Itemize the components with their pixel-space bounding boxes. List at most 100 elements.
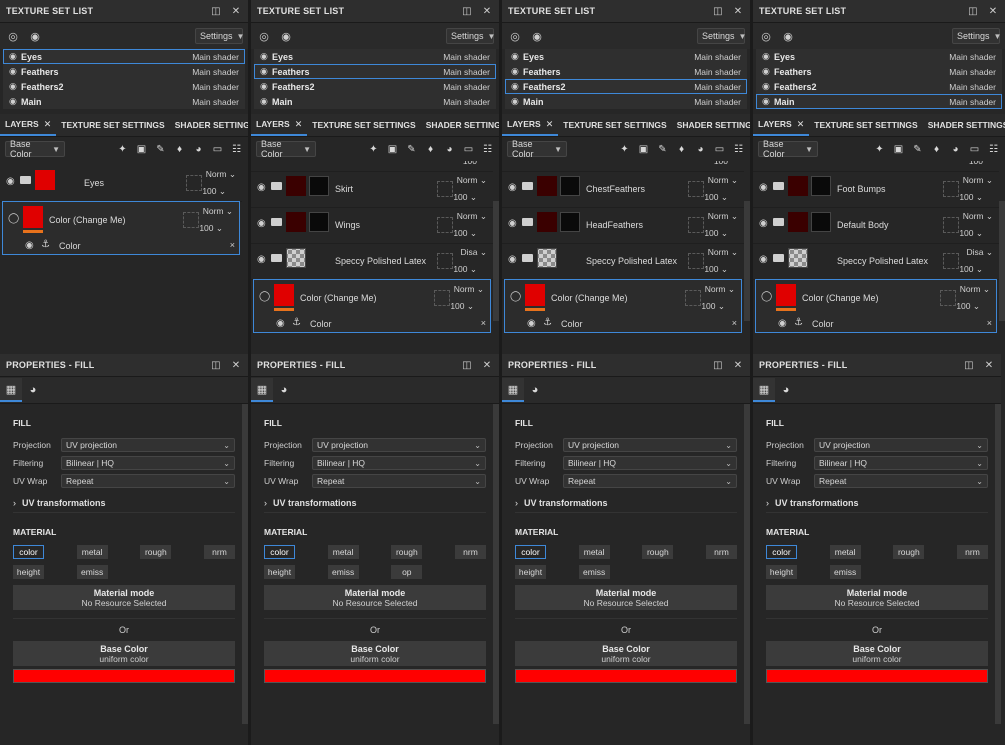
channel-chip-metal[interactable]: metal [327, 545, 359, 559]
layer-row[interactable]: ◉ Wings Norm ⌄ 100 ⌄ [251, 207, 493, 244]
close-icon[interactable]: ✕ [732, 359, 744, 371]
layer-effect-row[interactable]: ◉ ⚓ Color × [504, 315, 742, 333]
texture-set-item[interactable]: ◉ Eyes Main shader [254, 49, 496, 64]
magic-wand-icon[interactable]: ✦ [116, 143, 129, 156]
layer-row-color-change-me[interactable]: ◯ Color (Change Me) Norm ⌄ 100 ⌄ [755, 279, 997, 317]
layer-row[interactable]: ◉ Foot Bumps Norm ⌄ 100 ⌄ [753, 171, 999, 208]
folder-icon[interactable]: ▭ [462, 143, 475, 156]
eye-scan-icon[interactable]: ◎ [758, 29, 774, 43]
close-tab-icon[interactable]: ✕ [546, 119, 554, 130]
layer-opacity[interactable]: 100 ⌄ [704, 264, 728, 275]
layer-row[interactable]: ◉ HeadFeathers Norm ⌄ 100 ⌄ [502, 207, 744, 244]
tab-texture-set-settings[interactable]: TEXTURE SET SETTINGS [307, 114, 420, 136]
texture-set-item[interactable]: ◉ Main Main shader [756, 94, 1002, 109]
blend-mode[interactable]: Norm ⌄ [963, 211, 993, 222]
layer-row[interactable]: ◉ Eyes Norm ⌄ 100 ⌄ [0, 165, 242, 202]
fill-bucket-icon[interactable]: ♦ [930, 143, 943, 156]
texture-set-item[interactable]: ◉ Feathers2 Main shader [254, 79, 496, 94]
layer-opacity[interactable]: 100 ⌄ [453, 192, 477, 203]
blend-mode[interactable]: Norm ⌄ [708, 175, 738, 186]
mask-slot[interactable] [183, 212, 199, 228]
visibility-eye-icon[interactable]: ◉ [511, 96, 523, 107]
tab-shader-settings[interactable]: SHADER SETTINGS [672, 114, 750, 136]
mask-slot[interactable] [940, 290, 956, 306]
close-icon[interactable]: ✕ [481, 359, 493, 371]
undock-icon[interactable]: ◫ [461, 359, 473, 371]
material-mode-slot[interactable]: Material mode No Resource Selected [766, 585, 988, 610]
blend-mode[interactable]: Norm ⌄ [457, 175, 487, 186]
visibility-eye-icon[interactable]: ◉ [511, 66, 523, 77]
layer-row[interactable]: ◉ ChestFeathers Norm ⌄ 100 ⌄ [502, 171, 744, 208]
tab-material-sphere-icon[interactable]: ◕ [273, 378, 295, 402]
remove-effect-icon[interactable]: × [987, 318, 992, 328]
layer-opacity[interactable]: 100 ⌄ [199, 223, 223, 234]
close-icon[interactable]: ✕ [481, 5, 493, 17]
blend-mode[interactable]: Norm ⌄ [457, 211, 487, 222]
brush-icon[interactable]: ✎ [656, 143, 669, 156]
uvwrap-dropdown[interactable]: Repeat ⌄ [814, 474, 988, 488]
tab-fill-properties-icon[interactable]: ▦ [753, 378, 775, 402]
visibility-eye-icon[interactable]: ◉ [25, 240, 34, 251]
projection-dropdown[interactable]: UV projection ⌄ [814, 438, 988, 452]
blend-mode[interactable]: Norm ⌄ [708, 211, 738, 222]
undock-icon[interactable]: ◫ [712, 359, 724, 371]
settings-dropdown[interactable]: Settings ▼ [195, 28, 244, 44]
filtering-dropdown[interactable]: Bilinear | HQ ⌄ [61, 456, 235, 470]
visibility-eye-icon[interactable]: ◉ [508, 218, 517, 229]
layer-effect-row[interactable]: ◉ ⚓ Color × [253, 315, 491, 333]
properties-scrollbar[interactable] [744, 404, 750, 724]
properties-scrollbar[interactable] [242, 404, 248, 724]
visibility-eye-icon[interactable]: ◯ [8, 213, 19, 224]
layer-opacity[interactable]: 100 ⌄ [701, 301, 725, 312]
texture-set-item[interactable]: ◉ Feathers Main shader [3, 64, 245, 79]
visibility-eye-icon[interactable]: ◉ [508, 182, 517, 193]
filtering-dropdown[interactable]: Bilinear | HQ ⌄ [814, 456, 988, 470]
channel-chip-height[interactable]: height [766, 565, 797, 579]
layer-effect-row[interactable]: ◉ ⚓ Color × [755, 315, 997, 333]
brush-icon[interactable]: ✎ [405, 143, 418, 156]
visibility-eye-icon[interactable]: ◉ [260, 96, 272, 107]
texture-set-item[interactable]: ◉ Feathers2 Main shader [3, 79, 245, 94]
properties-scrollbar[interactable] [493, 404, 499, 724]
trash-icon[interactable]: ☷ [987, 143, 1000, 156]
visibility-eye-icon[interactable]: ◉ [759, 254, 768, 265]
visibility-eye-icon[interactable]: ◉ [6, 176, 15, 187]
smart-material-icon[interactable]: ◕ [192, 143, 205, 156]
channel-chip-nrm[interactable]: nrm [705, 545, 737, 559]
channel-chip-rough[interactable]: rough [642, 545, 674, 559]
channel-dropdown[interactable]: Base Color ▼ [758, 139, 818, 159]
channel-chip-color[interactable]: color [264, 545, 295, 559]
visibility-eye-icon[interactable]: ◉ [9, 66, 21, 77]
settings-dropdown[interactable]: Settings ▼ [697, 28, 746, 44]
visibility-eye-icon[interactable]: ◉ [260, 51, 272, 62]
brush-icon[interactable]: ✎ [911, 143, 924, 156]
layer-opacity[interactable]: 100 ⌄ [453, 228, 477, 239]
texture-set-item[interactable]: ◉ Main Main shader [505, 94, 747, 109]
visibility-eye-icon[interactable]: ◉ [257, 254, 266, 265]
channel-chip-rough[interactable]: rough [391, 545, 423, 559]
texture-set-item[interactable]: ◉ Feathers2 Main shader [505, 79, 747, 94]
add-effect-icon[interactable]: ▣ [637, 143, 650, 156]
fill-bucket-icon[interactable]: ♦ [173, 143, 186, 156]
layer-opacity[interactable]: 100 ⌄ [959, 228, 983, 239]
undock-icon[interactable]: ◫ [210, 359, 222, 371]
layer-opacity[interactable]: 100 ⌄ [453, 264, 477, 275]
layer-row[interactable]: ◉ Speccy Polished Latex Disa ⌄ 100 ⌄ [251, 243, 493, 280]
tab-shader-settings[interactable]: SHADER SETTINGS [923, 114, 1005, 136]
tab-fill-properties-icon[interactable]: ▦ [0, 378, 22, 402]
close-icon[interactable]: ✕ [230, 5, 242, 17]
channel-chip-height[interactable]: height [515, 565, 546, 579]
close-tab-icon[interactable]: ✕ [44, 119, 52, 130]
uvwrap-dropdown[interactable]: Repeat ⌄ [312, 474, 486, 488]
layer-opacity[interactable]: 100 ⌄ [956, 301, 980, 312]
tab-layers[interactable]: LAYERS ✕ [0, 114, 57, 136]
eye-scan-icon[interactable]: ◎ [5, 29, 21, 43]
blend-mode[interactable]: Norm ⌄ [454, 284, 484, 295]
channel-dropdown[interactable]: Base Color ▼ [256, 139, 316, 159]
base-color-slot[interactable]: Base Color uniform color [515, 641, 737, 666]
channel-chip-emiss[interactable]: emiss [76, 565, 108, 579]
layer-row-color-change-me[interactable]: ◯ Color (Change Me) Norm ⌄ 100 ⌄ [2, 201, 240, 239]
mask-slot[interactable] [688, 253, 704, 269]
remove-effect-icon[interactable]: × [230, 240, 235, 250]
mask-slot[interactable] [943, 253, 959, 269]
